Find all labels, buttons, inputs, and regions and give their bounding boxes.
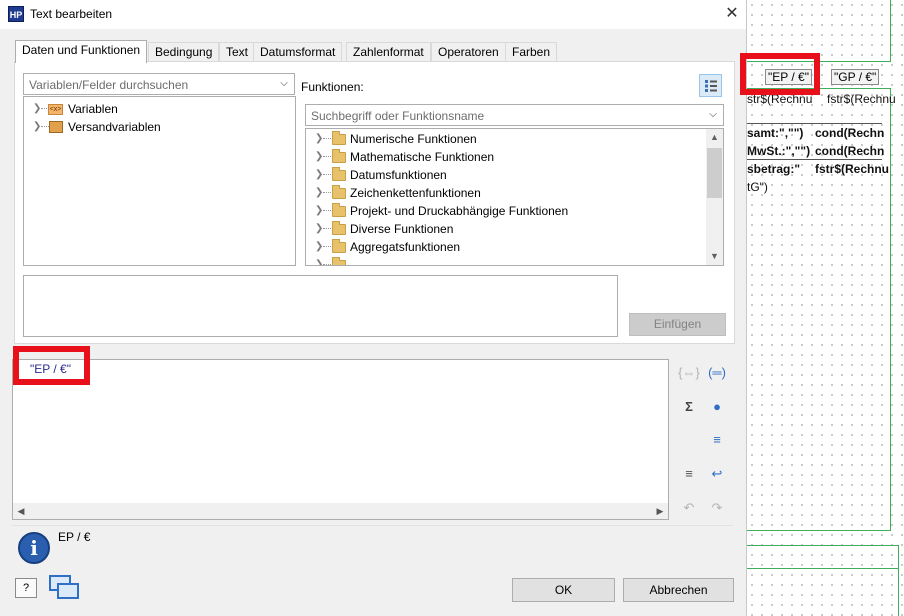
tab-text[interactable]: Text [219,42,256,63]
chevron-down-icon[interactable]: ⌵ [277,76,291,92]
scroll-left-icon[interactable]: ◀ [13,503,29,519]
scroll-down-icon[interactable]: ▼ [706,248,723,265]
variables-icon: <x> [48,104,63,115]
tree-item-string-functions[interactable]: ❯ Zeichenkettenfunktionen [306,184,706,202]
close-button[interactable]: ✕ [718,0,746,29]
expand-icon[interactable]: ❯ [315,184,323,202]
tree-item-label: Projekt- und Druckabhängige Funktionen [350,204,569,218]
scroll-right-icon[interactable]: ▶ [652,503,668,519]
help-button[interactable]: ? [15,578,37,598]
functions-scrollbar[interactable]: ▲ ▼ [706,129,723,265]
app-icon: HP [8,6,24,22]
tree-item-partial[interactable]: ❯ [306,256,706,265]
cancel-button[interactable]: Abbrechen [623,578,734,602]
indent-icon[interactable]: ≡ [678,464,700,484]
tree-item-math-functions[interactable]: ❯ Mathematische Funktionen [306,148,706,166]
format-icon[interactable]: ≡ [706,430,728,450]
outdent-icon[interactable]: ↩ [706,464,728,484]
designer-text[interactable]: sbetrag:" [747,162,800,176]
view-toggle-button[interactable] [699,74,722,97]
expand-icon[interactable]: ❯ [315,238,323,256]
tree-item-label: Zeichenkettenfunktionen [350,186,481,200]
scrollbar-thumb[interactable] [707,148,722,198]
designer-text[interactable]: fstr$(Rechnu [827,92,896,106]
folder-icon [332,167,346,181]
field-brackets-icon[interactable]: (═) [706,363,728,383]
users-icon[interactable]: ● [706,397,728,417]
tree-item-numeric-functions[interactable]: ❯ Numerische Funktionen [306,130,706,148]
folder-icon [332,203,346,217]
window-title: Text bearbeiten [30,7,113,21]
folder-icon [332,131,346,145]
designer-text[interactable]: MwSt.:","") [747,144,810,158]
ok-button[interactable]: OK [512,578,615,602]
tree-item-aggregate-functions[interactable]: ❯ Aggregatsfunktionen [306,238,706,256]
tree-item-label: Diverse Funktionen [350,222,454,236]
expand-icon[interactable]: ❯ [315,148,323,166]
tree-item-date-functions[interactable]: ❯ Datumsfunktionen [306,166,706,184]
expand-icon[interactable]: ❯ [315,130,323,148]
title-bar: HP Text bearbeiten ✕ [0,0,746,29]
designer-text[interactable]: cond(Rechn [815,126,884,140]
highlight-ep-field [740,53,820,95]
info-panel [12,525,733,567]
designer-text[interactable]: tG") [747,180,768,194]
variables-search-placeholder: Variablen/Felder durchsuchen [29,78,189,92]
tree-item-label: Aggregatsfunktionen [350,240,461,254]
tab-operators[interactable]: Operatoren [431,42,506,63]
tree-item-label: Versandvariablen [68,120,161,134]
designer-field-gp[interactable]: "GP / €" [831,69,880,85]
highlight-editor-text [13,346,90,385]
tree-item-project-print-functions[interactable]: ❯ Projekt- und Druckabhängige Funktionen [306,202,706,220]
functions-label: Funktionen: [301,80,364,94]
tab-colors[interactable]: Farben [505,42,558,63]
info-icon: i [18,532,50,564]
sum-icon[interactable]: Σ [678,397,700,417]
expand-icon[interactable]: ❯ [315,166,323,184]
shipping-variables-icon [49,121,63,133]
functions-search-placeholder: Suchbegriff oder Funktionsname [311,109,485,123]
tab-condition[interactable]: Bedingung [148,42,220,63]
close-icon: ✕ [725,5,739,22]
functions-search-combo[interactable]: Suchbegriff oder Funktionsname ⌵ [305,104,724,126]
tree-item-label: Mathematische Funktionen [350,150,495,164]
function-description-box [23,275,618,337]
insert-button[interactable]: Einfügen [629,313,726,336]
edit-text-dialog: HP Text bearbeiten ✕ Daten und Funktione… [0,0,746,616]
tab-date-format[interactable]: Datumsformat [253,42,343,63]
wrap-brackets-icon[interactable]: {⇔} [678,363,700,383]
tree-item-label: Datumsfunktionen [350,168,447,182]
tree-item-shipping-variables[interactable]: ❯ Versandvariablen [24,118,284,136]
expand-icon[interactable]: ❯ [315,220,323,238]
windows-icon[interactable] [49,575,81,601]
formula-editor[interactable]: "EP / €" [12,359,669,520]
folder-icon [332,185,346,199]
info-text: EP / € [58,530,91,544]
tab-data-functions[interactable]: Daten und Funktionen [15,40,148,63]
list-view-icon [705,80,717,92]
designer-text[interactable]: cond(Rechn [815,144,884,158]
designer-text[interactable]: fstr$(Rechnu [815,162,889,176]
redo-icon[interactable]: ↷ [706,498,728,518]
variables-tree[interactable]: ❯ <x> Variablen ❯ Versandvariablen [23,96,296,266]
designer-text[interactable]: samt:","") [747,126,803,140]
tab-number-format[interactable]: Zahlenformat [346,42,431,63]
functions-tree[interactable]: ❯ Numerische Funktionen ❯ Mathematische … [305,128,724,266]
editor-horizontal-scrollbar[interactable]: ◀ ▶ [13,503,668,519]
tree-item-label: Numerische Funktionen [350,132,477,146]
undo-icon[interactable]: ↶ [678,498,700,518]
tree-item-variables[interactable]: ❯ <x> Variablen [24,100,284,118]
chevron-down-icon[interactable]: ⌵ [706,107,720,123]
folder-icon [332,257,346,265]
tree-item-misc-functions[interactable]: ❯ Diverse Funktionen [306,220,706,238]
scroll-up-icon[interactable]: ▲ [706,129,723,146]
expand-icon[interactable]: ❯ [315,202,323,220]
variables-search-combo[interactable]: Variablen/Felder durchsuchen ⌵ [23,73,295,95]
folder-icon [332,239,346,253]
tree-item-label: Variablen [68,102,118,116]
folder-icon [332,221,346,235]
expand-icon[interactable]: ❯ [33,100,41,118]
expand-icon[interactable]: ❯ [33,118,41,136]
folder-icon [332,149,346,163]
